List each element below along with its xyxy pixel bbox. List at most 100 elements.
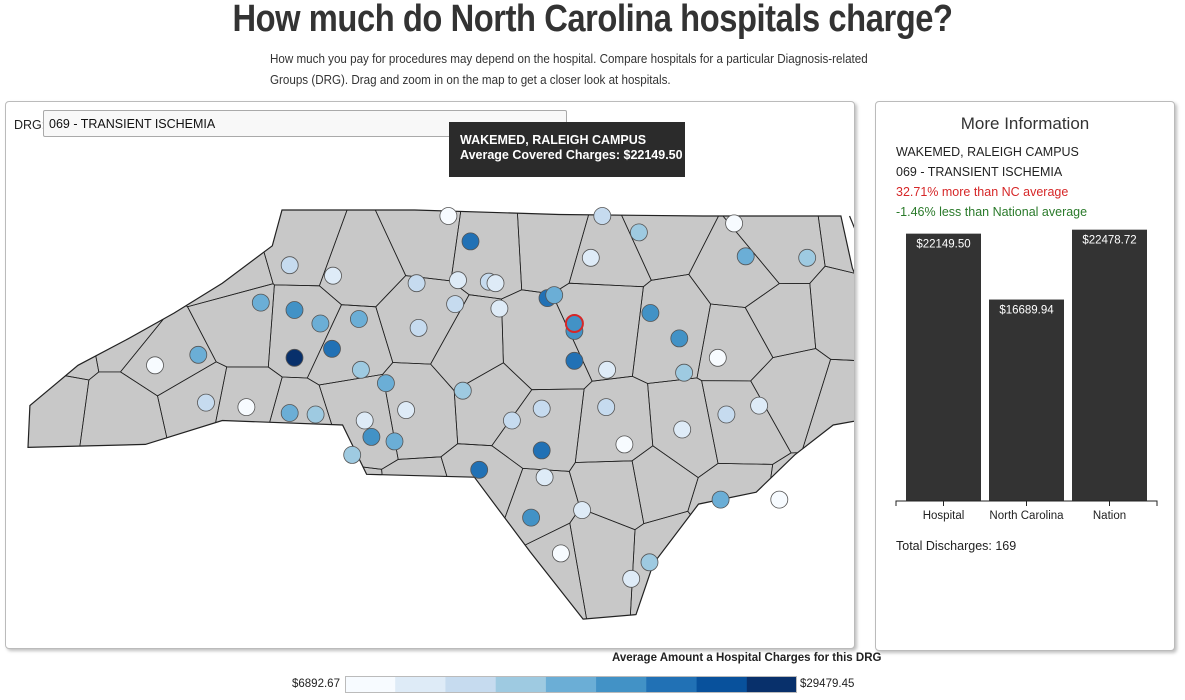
- nc-county-map[interactable]: [6, 102, 854, 648]
- drg-selected-value: 069 - TRANSIENT ISCHEMIA: [49, 117, 216, 131]
- x-tick-label: Hospital: [923, 510, 965, 522]
- hospital-marker[interactable]: [146, 356, 164, 375]
- hospital-marker[interactable]: [311, 314, 330, 333]
- tooltip-hospital-name: WAKEMED, RALEIGH CAMPUS: [460, 133, 647, 147]
- hospital-marker[interactable]: [717, 405, 736, 424]
- hospital-marker[interactable]: [490, 299, 509, 318]
- hospital-marker[interactable]: [324, 266, 342, 285]
- county-border: [28, 210, 96, 296]
- legend-swatch: [445, 676, 497, 693]
- hospital-marker[interactable]: [461, 232, 480, 251]
- hospital-marker[interactable]: [280, 404, 299, 422]
- hospital-marker[interactable]: [641, 304, 660, 322]
- legend-swatch: [646, 676, 697, 693]
- legend-swatch: [746, 676, 797, 693]
- bar-value-label: $22478.72: [1082, 235, 1136, 247]
- hospital-marker[interactable]: [736, 247, 755, 266]
- legend-swatch: [495, 676, 547, 693]
- hospital-marker[interactable]: [362, 427, 381, 446]
- hospital-marker[interactable]: [323, 339, 341, 358]
- hospital-marker[interactable]: [598, 360, 616, 379]
- legend-title: Average Amount a Hospital Charges for th…: [612, 652, 882, 664]
- hospital-marker[interactable]: [725, 214, 743, 233]
- tooltip-charges: Average Covered Charges: $22149.50: [460, 148, 683, 162]
- county-border: [262, 458, 354, 526]
- hospital-marker[interactable]: [770, 490, 789, 509]
- hospital-marker[interactable]: [798, 248, 817, 267]
- hospital-marker[interactable]: [397, 401, 416, 420]
- county-border: [377, 535, 445, 620]
- hospital-marker[interactable]: [251, 293, 270, 312]
- hospital-marker[interactable]: [349, 310, 368, 328]
- hospital-marker[interactable]: [545, 286, 564, 305]
- hospital-marker[interactable]: [439, 207, 458, 225]
- hospital-marker[interactable]: [675, 363, 693, 382]
- hospital-marker[interactable]: [622, 569, 641, 588]
- hospital-marker[interactable]: [630, 223, 648, 242]
- hospital-marker[interactable]: [343, 445, 362, 464]
- hospital-marker[interactable]: [532, 399, 551, 418]
- x-tick-label: North Carolina: [989, 510, 1064, 522]
- hospital-marker[interactable]: [573, 501, 591, 520]
- county-border: [28, 447, 96, 525]
- county-border: [314, 465, 388, 552]
- hospital-marker[interactable]: [189, 345, 208, 364]
- legend-max-value: $29479.45: [800, 678, 855, 690]
- info-panel-title: More Information: [960, 114, 1090, 133]
- hospital-marker[interactable]: [407, 274, 426, 293]
- county-border: [116, 552, 241, 620]
- legend-swatch: [596, 676, 647, 693]
- map-panel[interactable]: DRG: 069 - TRANSIENT ISCHEMIA ▼: [5, 101, 855, 649]
- hospital-marker[interactable]: [306, 405, 325, 424]
- county-border: [743, 540, 824, 620]
- hospital-marker[interactable]: [285, 301, 304, 319]
- county-border: [794, 549, 854, 620]
- hospital-marker[interactable]: [708, 348, 727, 367]
- hospital-marker[interactable]: [532, 441, 551, 460]
- hospital-marker[interactable]: [486, 274, 505, 293]
- hospital-marker[interactable]: [453, 381, 472, 400]
- hospital-marker[interactable]: [285, 348, 304, 367]
- bar-value-label: $22149.50: [916, 239, 970, 251]
- bar-nation: [1072, 229, 1147, 501]
- county-border: [171, 447, 267, 536]
- hospital-marker[interactable]: [597, 398, 616, 417]
- hospital-marker[interactable]: [280, 256, 299, 275]
- hospital-marker[interactable]: [522, 508, 540, 527]
- legend-swatch: [696, 676, 748, 693]
- bar-north-carolina: [989, 299, 1064, 501]
- info-hospital-name: WAKEMED, RALEIGH CAMPUS: [896, 145, 1079, 159]
- hospital-marker[interactable]: [615, 435, 634, 454]
- county-border: [304, 545, 389, 620]
- hospital-marker[interactable]: [409, 318, 428, 337]
- total-discharges: Total Discharges: 169: [896, 539, 1017, 553]
- hospital-marker[interactable]: [535, 468, 554, 487]
- hospital-marker[interactable]: [351, 360, 370, 379]
- hospital-marker[interactable]: [446, 295, 465, 314]
- hospital-marker[interactable]: [502, 411, 521, 430]
- color-scale-legend: [345, 676, 797, 693]
- hospital-marker[interactable]: [670, 329, 689, 348]
- hospital-marker[interactable]: [197, 393, 215, 412]
- hospital-marker[interactable]: [449, 271, 467, 290]
- hospital-marker[interactable]: [385, 432, 404, 451]
- hospital-marker[interactable]: [565, 351, 584, 370]
- hospital-marker[interactable]: [750, 396, 768, 415]
- hospital-marker[interactable]: [593, 207, 612, 225]
- hospital-marker[interactable]: [376, 374, 395, 393]
- county-border: [274, 522, 336, 620]
- hospital-marker[interactable]: [711, 490, 730, 509]
- selected-hospital-marker[interactable]: [564, 314, 584, 333]
- legend-min-value: $6892.67: [292, 678, 340, 690]
- nc-average-comparison: 32.71% more than NC average: [896, 185, 1069, 199]
- hospital-marker[interactable]: [470, 460, 489, 479]
- hospital-marker[interactable]: [355, 411, 374, 430]
- hospital-marker[interactable]: [237, 398, 256, 417]
- hospital-marker[interactable]: [640, 553, 659, 572]
- hospital-marker[interactable]: [581, 248, 600, 267]
- legend-swatch: [545, 676, 597, 693]
- info-drg-name: 069 - TRANSIENT ISCHEMIA: [896, 165, 1063, 179]
- hospital-marker[interactable]: [552, 544, 570, 563]
- legend-swatch: [345, 676, 396, 693]
- hospital-marker[interactable]: [673, 420, 692, 439]
